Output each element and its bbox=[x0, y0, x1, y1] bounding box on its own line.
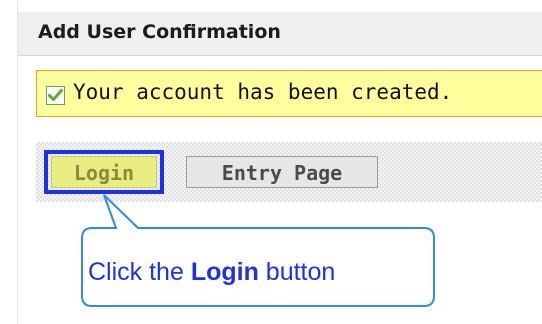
callout-prefix: Click the bbox=[88, 258, 191, 286]
callout-emphasis: Login bbox=[190, 258, 259, 286]
login-button[interactable]: Login bbox=[51, 156, 157, 188]
page-header: Add User Confirmation bbox=[18, 12, 542, 56]
success-message: Your account has been created. bbox=[73, 80, 453, 104]
page-title: Add User Confirmation bbox=[38, 21, 281, 43]
instruction-callout-text: Click the Login button bbox=[88, 258, 335, 287]
callout-suffix: button bbox=[258, 258, 336, 286]
check-icon bbox=[46, 86, 65, 105]
entry-page-button[interactable]: Entry Page bbox=[186, 156, 378, 188]
success-banner: Your account has been created. bbox=[36, 70, 542, 117]
